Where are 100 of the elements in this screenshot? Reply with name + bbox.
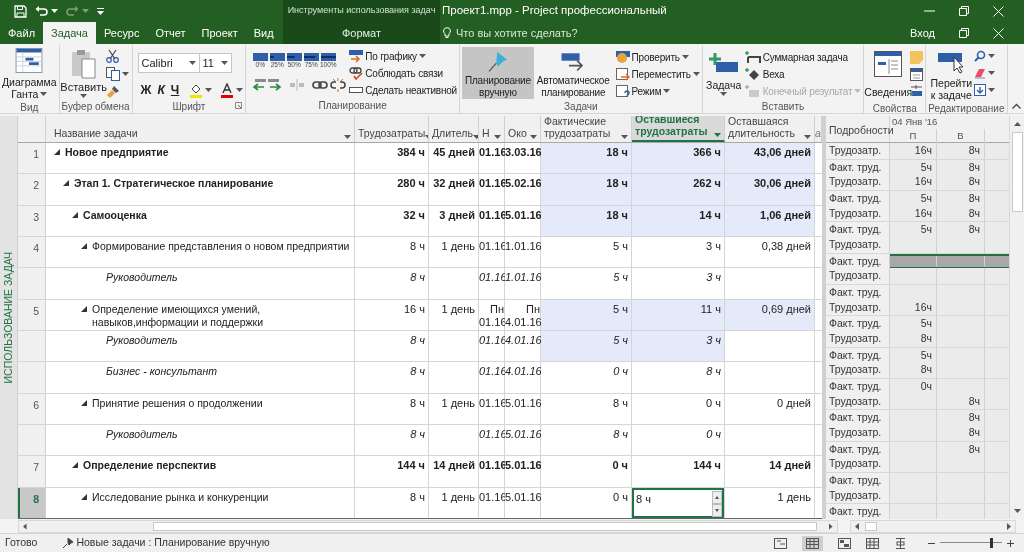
ribbon-tab[interactable]: Формат: [331, 22, 392, 44]
column-header[interactable]: Око: [505, 116, 541, 142]
spinner-icon[interactable]: [712, 490, 722, 517]
column-header[interactable]: Название задачи: [46, 116, 355, 142]
gantt-chart-button[interactable]: Диаграмма Ганта: [2, 45, 57, 100]
redo-icon[interactable]: [66, 5, 79, 17]
ribbon-tab[interactable]: Файл: [0, 22, 44, 44]
save-icon[interactable]: [14, 4, 27, 18]
restore-icon[interactable]: [959, 6, 969, 16]
ribbon-tab[interactable]: Проект: [193, 22, 246, 44]
collapse-triangle-icon[interactable]: [81, 305, 87, 312]
row-header[interactable]: 6: [18, 393, 46, 424]
scroll-left-icon[interactable]: [855, 522, 859, 530]
vertical-scrollbar[interactable]: [1009, 116, 1024, 519]
column-header[interactable]: Н: [479, 116, 505, 142]
command-button[interactable]: Сделать неактивной: [349, 82, 457, 98]
timephased-row[interactable]: 5ч 8ч: [890, 191, 1009, 207]
collapse-triangle-icon[interactable]: [72, 211, 78, 218]
fill-down-icon[interactable]: [974, 84, 987, 96]
timeline-view-icon[interactable]: [894, 537, 907, 549]
underline-button[interactable]: Ч: [170, 81, 180, 99]
scrollbar-thumb[interactable]: [1011, 132, 1023, 212]
paintbrush-icon[interactable]: [105, 85, 120, 99]
zoom-in-icon[interactable]: [1007, 539, 1014, 547]
collapse-triangle-icon[interactable]: [54, 149, 60, 155]
column-header[interactable]: Оставшиеся трудозатраты: [632, 116, 725, 142]
details-icon[interactable]: [910, 68, 924, 81]
command-button[interactable]: Проверить: [615, 49, 700, 65]
indent-icon[interactable]: [268, 79, 283, 91]
italic-button[interactable]: К: [157, 81, 165, 99]
font-name-field[interactable]: Calibri: [137, 53, 200, 73]
scissors-icon[interactable]: [105, 49, 119, 63]
manual-schedule-button[interactable]: Планирование вручную: [461, 47, 534, 99]
collapse-triangle-icon[interactable]: [81, 243, 87, 249]
font-size-field[interactable]: 11: [199, 53, 232, 73]
tell-me-field[interactable]: Что вы хотите сделать?: [443, 24, 594, 42]
timephased-row[interactable]: 0ч: [890, 379, 1009, 395]
column-header[interactable]: Длитель: [429, 116, 479, 142]
scroll-right-icon[interactable]: [829, 522, 833, 530]
slider-thumb[interactable]: [990, 538, 994, 548]
timephased-row[interactable]: 5ч: [890, 316, 1009, 333]
scroll-left-icon[interactable]: [23, 522, 27, 530]
command-button[interactable]: Веха: [744, 66, 862, 82]
unlink-icon[interactable]: [330, 78, 347, 92]
eraser-icon[interactable]: [974, 67, 987, 79]
horizontal-scrollbar[interactable]: [18, 519, 838, 533]
command-button[interactable]: Режим: [615, 83, 700, 99]
copy-icon[interactable]: [105, 67, 120, 81]
collapse-triangle-icon[interactable]: [81, 399, 87, 406]
scrollbar-thumb[interactable]: [152, 521, 818, 531]
input-field[interactable]: 8 ч: [632, 487, 724, 518]
ribbon-tab[interactable]: Вид: [245, 22, 282, 44]
scroll-up-icon[interactable]: [1013, 122, 1021, 126]
column-header[interactable]: Трудозатраты: [355, 116, 429, 142]
timephased-row[interactable]: 8ч: [890, 362, 1009, 379]
horizontal-scrollbar[interactable]: [850, 519, 1016, 533]
zoom-slider[interactable]: [940, 538, 1002, 548]
row-header[interactable]: 5: [18, 299, 46, 330]
collapse-ribbon-icon[interactable]: [1012, 103, 1021, 109]
link-icon[interactable]: [312, 80, 329, 90]
row-header[interactable]: 8: [18, 487, 46, 518]
scroll-to-task-button[interactable]: Перейти к задаче: [928, 45, 975, 101]
row-header[interactable]: 1: [18, 143, 46, 174]
sign-in-link[interactable]: Вход: [910, 24, 935, 42]
restore-icon[interactable]: [959, 28, 969, 38]
task-information-button[interactable]: Сведения: [866, 45, 911, 101]
timephased-row[interactable]: 5ч 8ч: [890, 222, 1009, 239]
timephased-row[interactable]: 16ч 8ч: [890, 174, 1009, 191]
command-button[interactable]: Соблюдать связи: [349, 65, 457, 81]
team-planner-icon[interactable]: [838, 537, 851, 549]
fill-color-icon[interactable]: [189, 82, 204, 98]
outdent-icon[interactable]: [252, 79, 267, 91]
collapse-triangle-icon[interactable]: [63, 180, 69, 187]
row-header[interactable]: 7: [18, 456, 46, 487]
auto-schedule-button[interactable]: Автоматическое планирование: [533, 47, 613, 99]
row-header[interactable]: 4: [18, 237, 46, 268]
gantt-view-icon[interactable]: [774, 537, 787, 549]
dialog-launcher-icon[interactable]: [235, 102, 243, 109]
collapse-triangle-icon[interactable]: [72, 462, 78, 469]
sheet-view-icon[interactable]: [866, 537, 879, 549]
scroll-right-icon[interactable]: [1007, 522, 1011, 530]
ribbon-tab[interactable]: Задача: [43, 22, 96, 44]
undo-icon[interactable]: [35, 5, 48, 17]
command-button[interactable]: Суммарная задача: [744, 49, 862, 65]
timephased-row[interactable]: 8ч: [890, 410, 1009, 427]
search-icon[interactable]: [974, 50, 987, 62]
row-header[interactable]: 3: [18, 205, 46, 236]
scrollbar-thumb[interactable]: [865, 521, 877, 531]
ribbon-tab[interactable]: Отчет: [147, 22, 194, 44]
font-color-icon[interactable]: [220, 82, 235, 98]
command-button[interactable]: По графику: [349, 48, 457, 64]
bold-button[interactable]: Ж: [140, 81, 152, 99]
usage-view-icon[interactable]: [806, 537, 819, 549]
command-button[interactable]: Переместить: [615, 66, 700, 82]
row-header[interactable]: 2: [18, 174, 46, 205]
timephased-row[interactable]: 16ч 8ч: [890, 143, 1009, 159]
column-header[interactable]: Оставшаяся длительность: [725, 116, 815, 142]
ribbon-tab[interactable]: Ресурс: [95, 22, 148, 44]
paste-button[interactable]: Вставить: [61, 45, 106, 99]
collapse-triangle-icon[interactable]: [81, 493, 87, 500]
